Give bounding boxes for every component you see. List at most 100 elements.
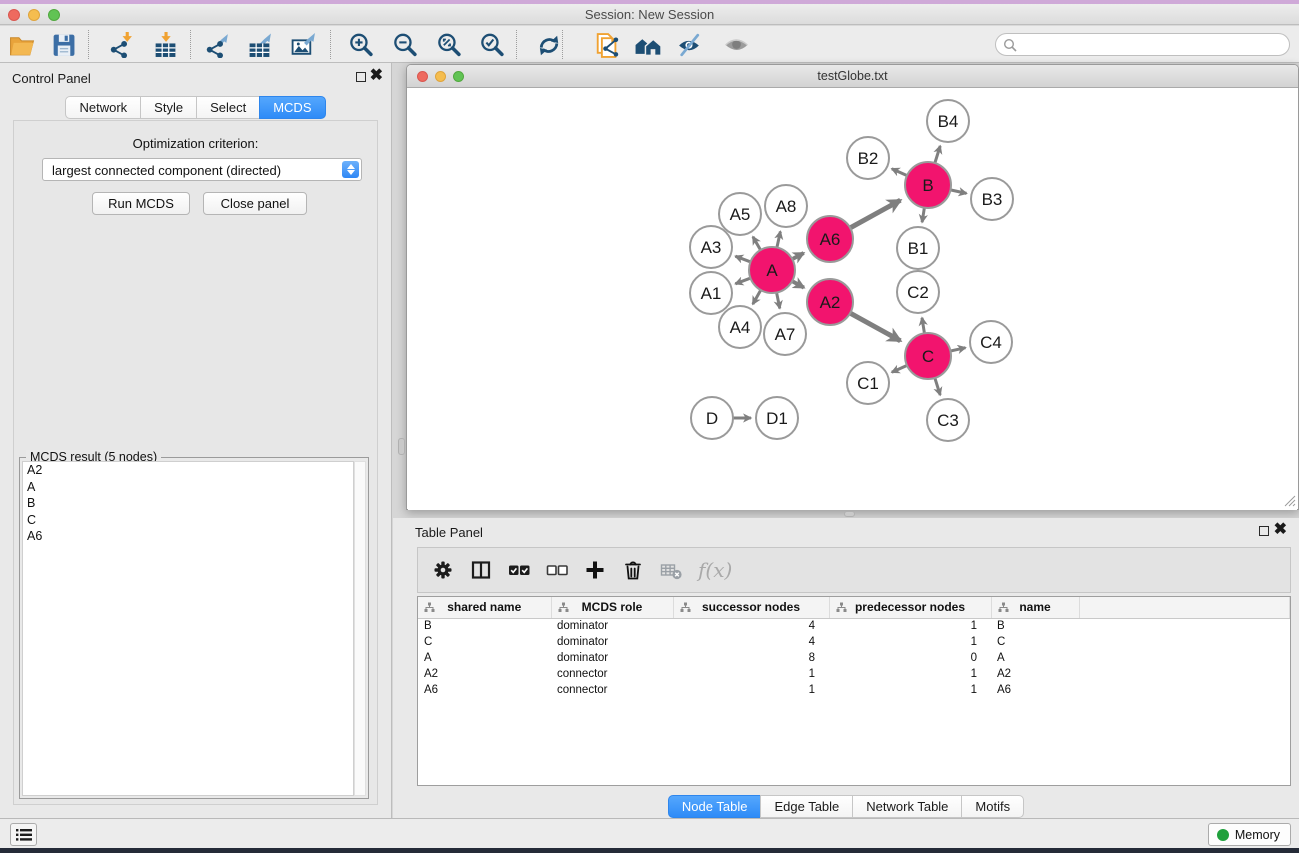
mcds-result-scrollbar[interactable] (354, 461, 366, 796)
table-cell[interactable]: dominator (551, 618, 673, 634)
memory-button[interactable]: Memory (1208, 823, 1291, 846)
export-network-icon[interactable] (201, 29, 235, 60)
tab-style[interactable]: Style (140, 96, 197, 119)
table-cell[interactable]: 4 (673, 634, 829, 650)
table-row[interactable]: Cdominator41C (418, 634, 1290, 650)
delete-columns-icon[interactable] (614, 551, 652, 589)
column-header-MCDS-role[interactable]: MCDS role (551, 597, 673, 618)
table-cell[interactable]: A (418, 650, 551, 666)
graph-node-A[interactable]: A (749, 247, 795, 293)
table-cell[interactable]: 1 (829, 634, 991, 650)
graph-node-A2[interactable]: A2 (807, 279, 853, 325)
vertical-splitter-handle[interactable] (398, 438, 405, 455)
graph-node-A1[interactable]: A1 (690, 272, 732, 314)
zoom-fit-icon[interactable] (432, 29, 466, 60)
mcds-result-item[interactable]: B (23, 495, 353, 512)
tab-node-table[interactable]: Node Table (668, 795, 762, 818)
table-row[interactable]: A2connector11A2 (418, 666, 1290, 682)
close-panel-button[interactable]: Close panel (203, 192, 307, 215)
table-panel-close-icon[interactable]: ✖ (1274, 520, 1287, 540)
table-row[interactable]: A6connector11A6 (418, 682, 1290, 698)
table-cell[interactable]: 1 (829, 666, 991, 682)
open-file-icon[interactable] (5, 29, 39, 60)
table-cell[interactable]: A2 (991, 666, 1079, 682)
graph-node-C2[interactable]: C2 (897, 271, 939, 313)
search-field[interactable] (995, 33, 1290, 56)
task-history-list-icon[interactable] (10, 823, 37, 846)
graph-node-C3[interactable]: C3 (927, 399, 969, 441)
graph-node-D1[interactable]: D1 (756, 397, 798, 439)
tab-edge-table[interactable]: Edge Table (760, 795, 853, 818)
table-mode-gear-icon[interactable] (424, 551, 462, 589)
column-header-predecessor-nodes[interactable]: predecessor nodes (829, 597, 991, 618)
graph-node-A6[interactable]: A6 (807, 216, 853, 262)
graph-node-C[interactable]: C (905, 333, 951, 379)
save-session-icon[interactable] (46, 29, 80, 60)
column-header-shared-name[interactable]: shared name (418, 597, 551, 618)
graph-node-A4[interactable]: A4 (719, 306, 761, 348)
create-column-icon[interactable] (576, 551, 614, 589)
table-cell[interactable]: 1 (673, 682, 829, 698)
export-image-icon[interactable] (286, 29, 320, 60)
table-cell[interactable]: dominator (551, 634, 673, 650)
table-cell[interactable]: B (991, 618, 1079, 634)
export-table-icon[interactable] (243, 29, 277, 60)
graph-node-D[interactable]: D (691, 397, 733, 439)
control-panel-close-icon[interactable]: ✖ (370, 66, 383, 86)
graph-node-B1[interactable]: B1 (897, 227, 939, 269)
graph-node-A3[interactable]: A3 (690, 226, 732, 268)
import-network-icon[interactable] (104, 29, 138, 60)
select-all-columns-icon[interactable] (500, 551, 538, 589)
graph-node-C4[interactable]: C4 (970, 321, 1012, 363)
table-cell[interactable]: connector (551, 666, 673, 682)
graph-node-C1[interactable]: C1 (847, 362, 889, 404)
column-header-name[interactable]: name (991, 597, 1079, 618)
table-panel-float-icon[interactable] (1259, 526, 1269, 536)
table-row[interactable]: Adominator80A (418, 650, 1290, 666)
show-hidden-icon[interactable] (719, 29, 753, 60)
mcds-result-item[interactable]: A2 (23, 462, 353, 479)
column-header-successor-nodes[interactable]: successor nodes (673, 597, 829, 618)
run-mcds-button[interactable]: Run MCDS (92, 192, 190, 215)
table-cell[interactable]: A2 (418, 666, 551, 682)
table-cell[interactable]: A6 (418, 682, 551, 698)
table-cell[interactable]: A6 (991, 682, 1079, 698)
table-cell[interactable]: 0 (829, 650, 991, 666)
search-input[interactable] (1022, 35, 1282, 54)
table-row[interactable]: Bdominator41B (418, 618, 1290, 634)
table-cell[interactable]: 8 (673, 650, 829, 666)
zoom-selected-icon[interactable] (475, 29, 509, 60)
new-network-from-selection-icon[interactable] (588, 29, 622, 60)
table-cell[interactable]: connector (551, 682, 673, 698)
graph-node-A8[interactable]: A8 (765, 185, 807, 227)
table-cell[interactable]: C (991, 634, 1079, 650)
graph-node-B[interactable]: B (905, 162, 951, 208)
import-table-icon[interactable] (148, 29, 182, 60)
tab-select[interactable]: Select (196, 96, 260, 119)
graph-node-B4[interactable]: B4 (927, 100, 969, 142)
zoom-out-icon[interactable] (388, 29, 422, 60)
graph-node-B2[interactable]: B2 (847, 137, 889, 179)
graph-node-A7[interactable]: A7 (764, 313, 806, 355)
tab-mcds[interactable]: MCDS (259, 96, 325, 119)
select-stepper-icon[interactable] (342, 161, 359, 178)
optimization-criterion-select[interactable]: largest connected component (directed) (42, 158, 362, 181)
table-cell[interactable]: C (418, 634, 551, 650)
mcds-result-item[interactable]: A6 (23, 528, 353, 545)
mcds-result-list[interactable]: A2ABCA6 (22, 461, 354, 796)
horizontal-splitter-handle[interactable] (844, 511, 855, 517)
resize-grip-icon[interactable] (1282, 493, 1296, 507)
graph-node-A5[interactable]: A5 (719, 193, 761, 235)
table-cell[interactable]: A (991, 650, 1079, 666)
table-cell[interactable]: 1 (829, 618, 991, 634)
table-cell[interactable]: 4 (673, 618, 829, 634)
tab-network[interactable]: Network (65, 96, 141, 119)
refresh-icon[interactable] (531, 29, 565, 60)
show-all-nodes-edges-icon[interactable] (630, 29, 664, 60)
deselect-all-columns-icon[interactable] (538, 551, 576, 589)
table-cell[interactable]: dominator (551, 650, 673, 666)
table-cell[interactable]: B (418, 618, 551, 634)
control-panel-float-icon[interactable] (356, 72, 366, 82)
table-cell[interactable]: 1 (673, 666, 829, 682)
tab-motifs[interactable]: Motifs (961, 795, 1024, 818)
